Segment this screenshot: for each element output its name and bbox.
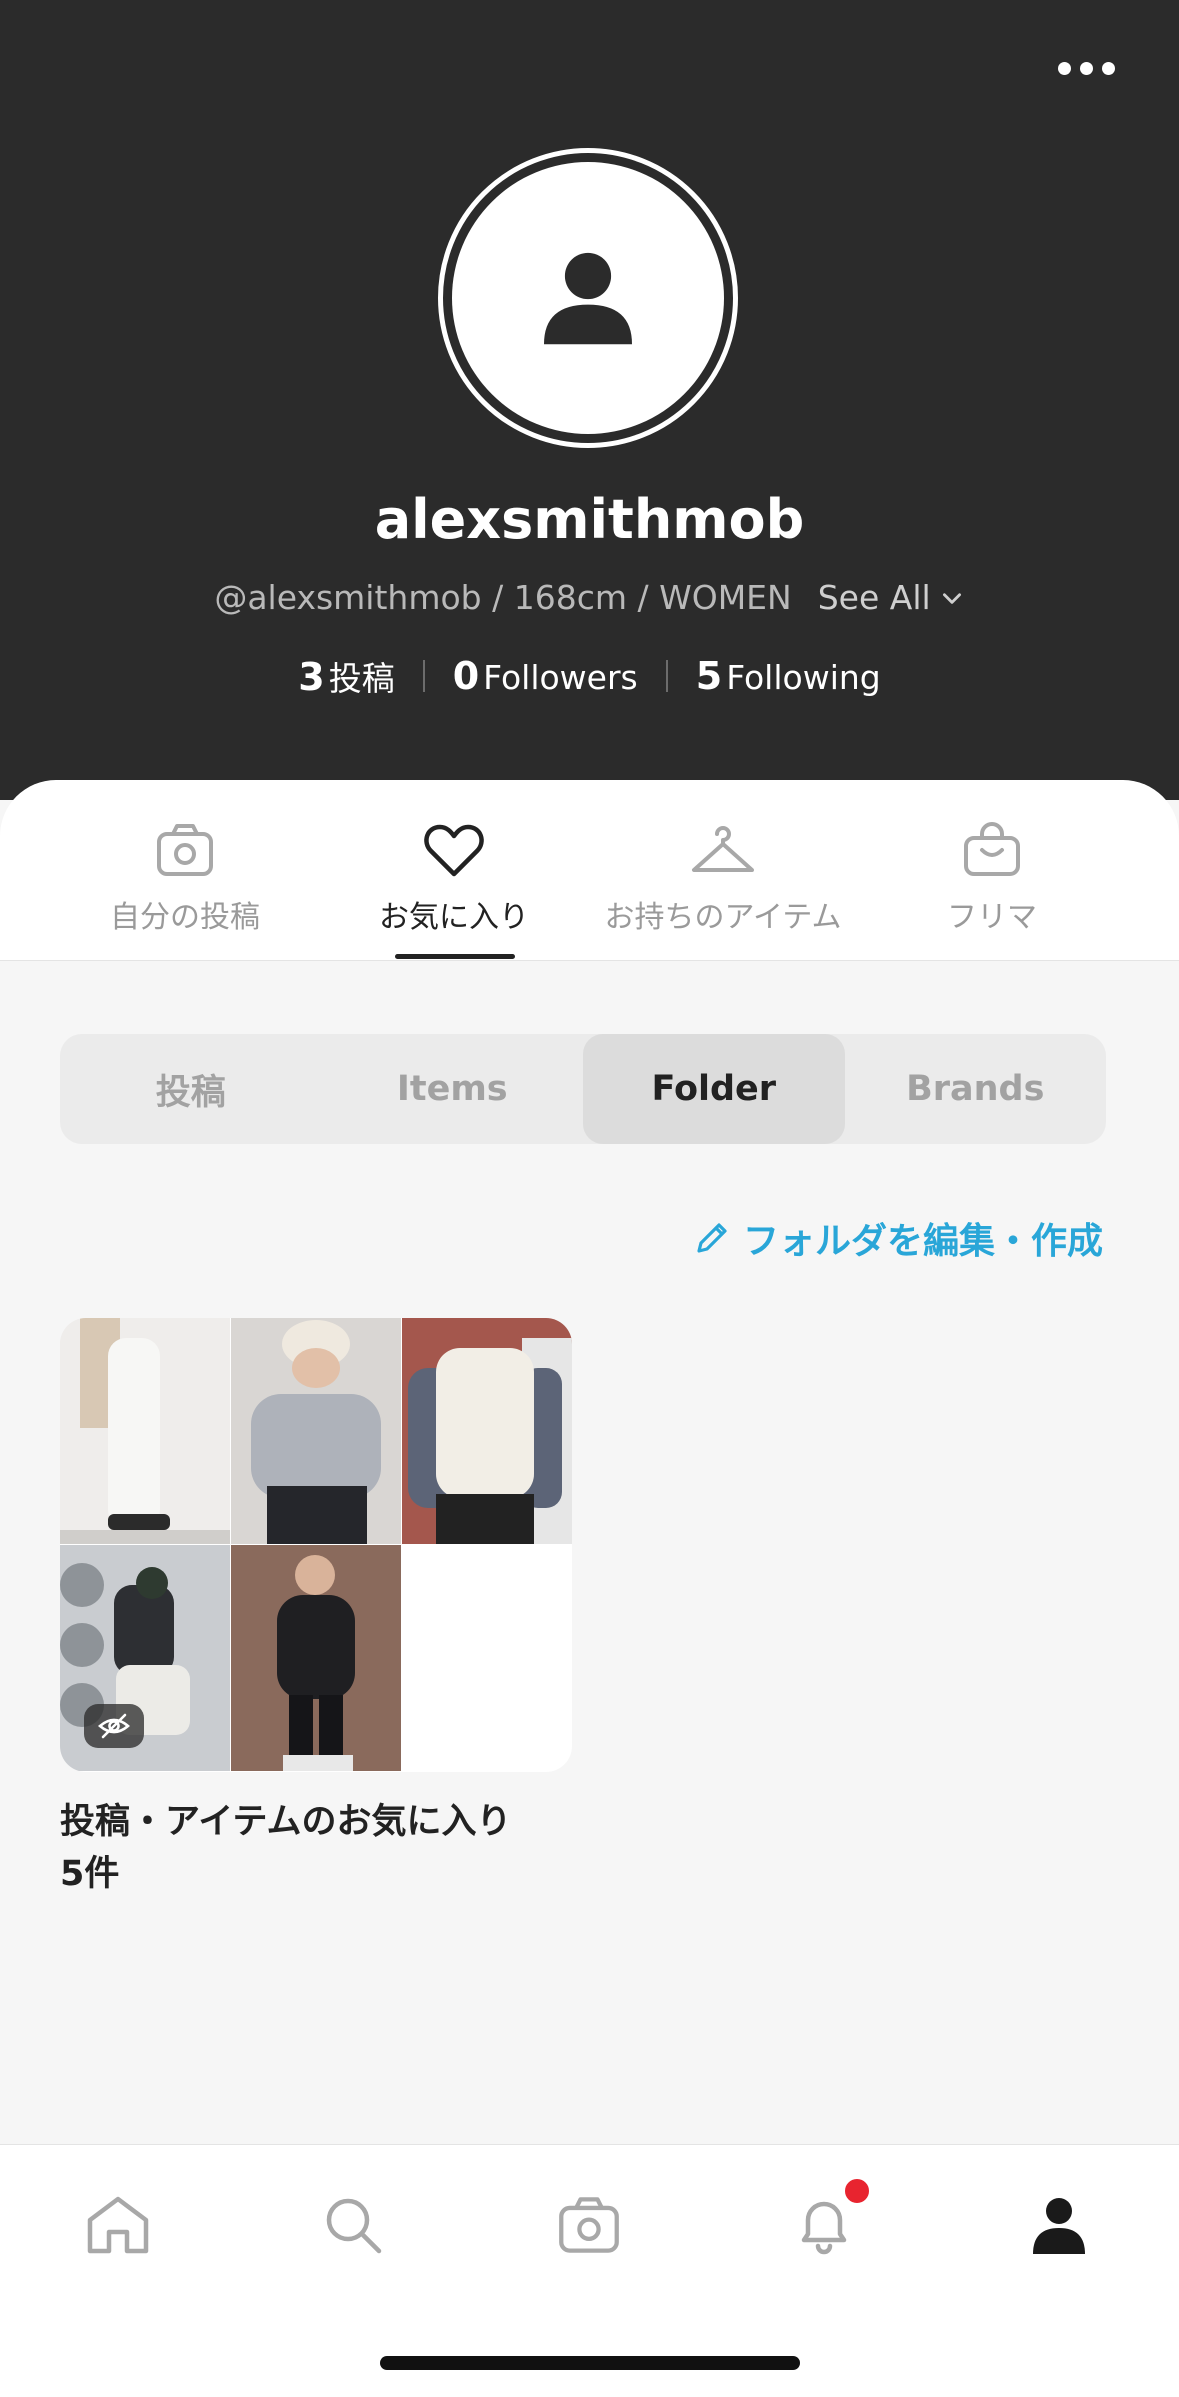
- nav-search[interactable]: [298, 2185, 408, 2265]
- avatar[interactable]: [438, 148, 738, 448]
- tab-my-posts[interactable]: 自分の投稿: [50, 822, 320, 936]
- notification-badge: [842, 2176, 872, 2206]
- eye-off-icon: [98, 1713, 130, 1739]
- tab-favorites[interactable]: お気に入り: [319, 822, 589, 936]
- favorites-segmented-control: 投稿 Items Folder Brands: [60, 1034, 1106, 1144]
- folder-count: 5件: [60, 1854, 120, 1894]
- see-all-button[interactable]: See All: [818, 578, 965, 617]
- heart-icon: [424, 824, 484, 877]
- bell-icon: [801, 2201, 847, 2255]
- folder-thumbnail: [231, 1545, 401, 1771]
- folder-title[interactable]: 投稿・アイテムのお気に入り 5件: [60, 1796, 580, 1900]
- folder-thumbnail: [60, 1318, 230, 1544]
- stats-divider: [422, 660, 425, 692]
- home-indicator: [380, 2356, 800, 2370]
- tab-label: お気に入り: [379, 900, 529, 935]
- more-options-button[interactable]: [1041, 48, 1131, 88]
- tab-label: お持ちのアイテム: [604, 900, 842, 935]
- nav-post[interactable]: [534, 2185, 644, 2265]
- profile-stats: 3 投稿 0 Followers 5 Following: [0, 652, 1179, 700]
- following-stat[interactable]: 5 Following: [696, 654, 881, 698]
- folder-thumbnail: [231, 1318, 401, 1544]
- private-folder-badge: [84, 1704, 144, 1748]
- home-icon: [87, 2196, 149, 2254]
- posts-stat[interactable]: 3 投稿: [298, 652, 394, 700]
- pencil-icon: [697, 1223, 727, 1253]
- camera-icon: [559, 2197, 619, 2253]
- folder-thumbnail: [402, 1318, 572, 1544]
- followers-stat[interactable]: 0 Followers: [453, 654, 638, 698]
- segment-items[interactable]: Items: [322, 1034, 584, 1144]
- see-all-label: See All: [817, 578, 931, 617]
- handle-info: @alexsmithmob / 168cm / WOMEN: [214, 578, 792, 617]
- tab-label: 自分の投稿: [110, 900, 260, 935]
- tab-flea-market[interactable]: フリマ: [857, 822, 1127, 936]
- folder-card[interactable]: [60, 1318, 572, 1772]
- tab-label: フリマ: [947, 900, 1037, 935]
- camera-icon: [157, 824, 213, 876]
- segment-brands[interactable]: Brands: [845, 1034, 1107, 1144]
- nav-home[interactable]: [63, 2185, 173, 2265]
- person-icon: [544, 252, 632, 345]
- bag-icon: [964, 822, 1020, 876]
- profile-subline: @alexsmithmob / 168cm / WOMEN See All: [0, 578, 1179, 617]
- nav-profile[interactable]: [1004, 2185, 1114, 2265]
- segment-folder[interactable]: Folder: [583, 1034, 845, 1144]
- folder-name: 投稿・アイテムのお気に入り: [60, 1802, 512, 1842]
- stats-divider: [665, 660, 668, 692]
- profile-username: alexsmithmob: [374, 488, 805, 551]
- edit-folder-button[interactable]: フォルダを編集・作成: [693, 1212, 1103, 1264]
- tab-my-items[interactable]: お持ちのアイテム: [588, 822, 858, 936]
- segment-posts[interactable]: 投稿: [60, 1034, 322, 1144]
- active-tab-indicator: [395, 954, 515, 959]
- search-icon: [326, 2198, 382, 2254]
- profile-icon: [1033, 2198, 1085, 2254]
- chevron-down-icon: [942, 592, 961, 604]
- hanger-icon: [692, 826, 754, 872]
- edit-folder-label: フォルダを編集・作成: [742, 1221, 1103, 1262]
